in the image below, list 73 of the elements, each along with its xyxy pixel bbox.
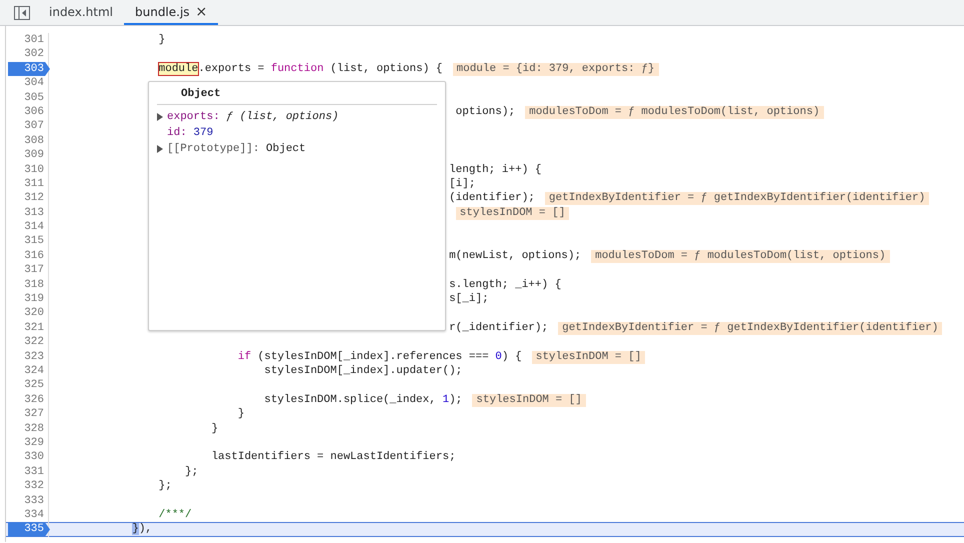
line-number[interactable]: 308 — [24, 134, 48, 148]
line-number[interactable]: 315 — [24, 234, 48, 249]
line-number[interactable]: 317 — [24, 263, 48, 278]
line-number[interactable]: 304 — [24, 76, 48, 91]
inline-value: modulesToDom = ƒ modulesToDom(list, options) — [591, 250, 890, 263]
code-line: } — [238, 408, 244, 420]
code-line: }; — [158, 480, 172, 492]
line-number[interactable]: 309 — [24, 148, 48, 163]
code-line: }; — [185, 466, 198, 478]
inline-value: module = {id: 379, exports: ƒ} — [452, 62, 659, 76]
breakpoint-marker[interactable]: 335 — [8, 522, 50, 537]
line-number[interactable]: 328 — [24, 422, 48, 436]
line-number[interactable]: 323 — [24, 350, 48, 364]
code-line: lastIdentifiers = newLastIdentifiers; — [211, 451, 456, 464]
code-line: } — [158, 34, 166, 46]
close-icon[interactable]: × — [196, 4, 208, 20]
code-line: s.length; _i++) { — [449, 278, 562, 291]
line-number[interactable]: 329 — [24, 436, 48, 450]
code-line: length; i++) { — [449, 164, 542, 176]
inline-value: getIndexByIdentifier = ƒ getIndexByIdentifier(identifier) — [544, 192, 930, 206]
code-line: stylesInDOM[_index].updater(); — [264, 364, 462, 377]
code-line: options); — [456, 106, 516, 118]
line-number[interactable]: 310 — [24, 162, 48, 177]
code-line: } — [211, 422, 218, 435]
line-number[interactable]: 332 — [24, 479, 48, 494]
popup-title: Object — [157, 86, 437, 105]
code-line: m(newList, options); — [449, 250, 582, 262]
property-entry: [[Prototype]]: Object — [167, 143, 306, 155]
line-number[interactable]: 324 — [24, 364, 48, 378]
line-number[interactable]: 318 — [24, 278, 48, 292]
file-tab[interactable]: index.html — [38, 0, 124, 25]
line-number[interactable]: 333 — [24, 494, 48, 508]
code-line: /***/ — [158, 508, 192, 521]
line-number[interactable]: 322 — [24, 335, 48, 350]
line-number[interactable]: 321 — [24, 320, 48, 336]
line-number[interactable]: 319 — [24, 292, 48, 306]
breakpoint-marker[interactable]: 303 — [8, 62, 50, 76]
line-number[interactable]: 325 — [24, 378, 48, 393]
line-number[interactable]: 306 — [24, 104, 48, 120]
inline-value: modulesToDom = ƒ modulesToDom(list, options) — [525, 106, 824, 119]
line-number[interactable]: 330 — [24, 450, 48, 465]
expand-triangle-icon[interactable] — [157, 145, 163, 153]
line-number[interactable]: 316 — [24, 248, 48, 264]
property-entry: id: 379 — [167, 127, 214, 139]
line-number[interactable]: 331 — [24, 464, 48, 480]
code-line: (identifier); — [449, 192, 535, 204]
inline-value: getIndexByIdentifier = ƒ getIndexByIdentifier(identifier) — [558, 322, 942, 335]
line-number[interactable]: 314 — [24, 220, 48, 234]
line-number[interactable]: 302 — [24, 47, 48, 62]
line-number[interactable]: 320 — [24, 306, 48, 321]
sidebar-toggle-icon[interactable] — [14, 6, 30, 20]
line-number[interactable]: 313 — [24, 206, 48, 220]
line-number[interactable]: 312 — [24, 191, 48, 206]
line-number[interactable]: 326 — [24, 392, 48, 408]
code-line: s[_i]; — [449, 293, 489, 306]
line-number[interactable]: 311 — [24, 176, 48, 192]
inline-value: stylesInDOM = [] — [532, 350, 646, 364]
code-line: [i]; — [449, 178, 476, 190]
code-line: module.exports = function (list, options) { — [158, 62, 442, 75]
code-line: r(_identifier); — [449, 322, 548, 334]
line-number[interactable]: 327 — [24, 407, 48, 422]
line-number[interactable]: 307 — [24, 119, 48, 134]
code-line: stylesInDOM.splice(_index, 1); — [264, 394, 462, 406]
property-entry: exports: ƒ (list, options) — [167, 111, 339, 123]
line-number[interactable]: 334 — [24, 508, 48, 522]
file-tab[interactable]: bundle.js × — [124, 0, 218, 25]
code-line: if (stylesInDOM[_index].references === 0) { — [238, 350, 522, 363]
code-line: }), — [132, 523, 152, 536]
line-number[interactable]: 305 — [24, 90, 48, 105]
inline-value: stylesInDOM = [] — [472, 394, 586, 407]
expand-triangle-icon[interactable] — [157, 113, 163, 121]
line-number[interactable]: 301 — [24, 33, 48, 48]
inline-value: stylesInDOM = [] — [456, 206, 570, 220]
